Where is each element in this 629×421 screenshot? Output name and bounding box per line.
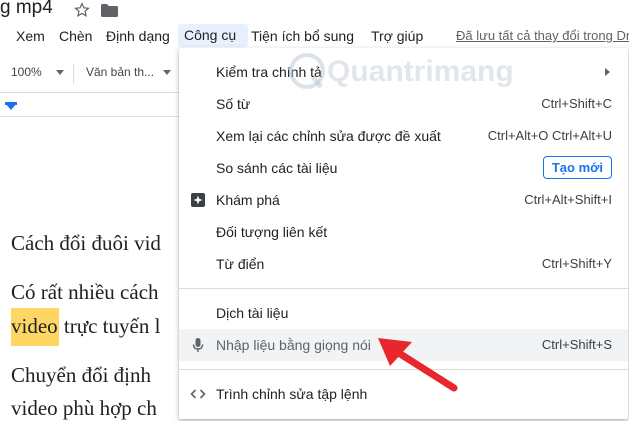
- menu-help[interactable]: Trợ giúp: [371, 28, 423, 44]
- menu-item-dictionary[interactable]: Từ điển Ctrl+Shift+Y: [179, 248, 628, 280]
- star-icon[interactable]: [73, 1, 91, 19]
- menu-format[interactable]: Định dạng: [106, 28, 170, 44]
- toolbar-divider: [73, 64, 74, 84]
- new-badge-button[interactable]: Tạo mới: [542, 156, 612, 179]
- code-icon: [190, 389, 206, 399]
- menu-item-compare-documents[interactable]: So sánh các tài liệu Tạo mới: [179, 152, 628, 184]
- doc-line: Cách đổi đuôi vid: [11, 231, 161, 255]
- menu-divider: [179, 288, 628, 289]
- doc-line: Chuyển đổi định: [11, 363, 151, 387]
- zoom-select[interactable]: 100%: [11, 65, 42, 79]
- paragraph-style-select[interactable]: Văn bản th...: [86, 65, 154, 79]
- menu-item-label: Đối tượng liên kết: [216, 224, 328, 240]
- doc-line: video trực tuyến l: [11, 308, 161, 346]
- menu-insert[interactable]: Chèn: [59, 28, 92, 44]
- explore-icon: [191, 193, 205, 207]
- menu-item-label: Từ điển: [216, 256, 265, 272]
- saved-status-link[interactable]: Đã lưu tất cả thay đổi trong Dr: [456, 28, 629, 43]
- shortcut-label: Ctrl+Shift+Y: [541, 256, 612, 271]
- highlighted-text: video: [11, 308, 59, 346]
- menu-item-label: Dịch tài liệu: [216, 305, 289, 321]
- doc-line: video phù hợp ch: [11, 396, 157, 420]
- menu-item-label: Xem lại các chỉnh sửa được đề xuất: [216, 128, 441, 144]
- microphone-icon: [192, 338, 204, 352]
- menu-tools[interactable]: Công cụ: [178, 24, 248, 47]
- menu-item-label: Số từ: [216, 96, 251, 112]
- menu-item-label: So sánh các tài liệu: [216, 160, 338, 176]
- document-title[interactable]: g mp4: [0, 0, 53, 19]
- shortcut-label: Ctrl+Shift+C: [541, 96, 612, 111]
- watermark-logo: Quantrimang: [289, 53, 514, 89]
- doc-line-rest: trực tuyến l: [63, 314, 161, 338]
- indent-marker-icon[interactable]: [5, 103, 17, 110]
- menu-item-linked-objects[interactable]: Đối tượng liên kết: [179, 216, 628, 248]
- menu-item-translate[interactable]: Dịch tài liệu: [179, 297, 628, 329]
- watermark-text: Quantrimang: [327, 55, 514, 88]
- folder-icon[interactable]: [101, 4, 118, 17]
- menu-item-explore[interactable]: Khám phá Ctrl+Alt+Shift+I: [179, 184, 628, 216]
- shortcut-label: Ctrl+Shift+S: [541, 337, 612, 352]
- menu-item-review-edits[interactable]: Xem lại các chỉnh sửa được đề xuất Ctrl+…: [179, 120, 628, 152]
- menu-item-label: Nhập liệu bằng giọng nói: [216, 337, 371, 353]
- doc-line: Có rất nhiều cách: [11, 280, 159, 304]
- style-dropdown-icon[interactable]: [163, 70, 171, 75]
- menu-item-label: Khám phá: [216, 192, 280, 208]
- shortcut-label: Ctrl+Alt+O Ctrl+Alt+U: [487, 128, 612, 143]
- menu-view[interactable]: Xem: [16, 28, 45, 44]
- submenu-arrow-icon: [605, 68, 610, 76]
- zoom-dropdown-icon[interactable]: [56, 70, 64, 75]
- annotation-arrow-icon: [378, 338, 458, 392]
- menu-addons[interactable]: Tiện ích bổ sung: [251, 28, 354, 44]
- shortcut-label: Ctrl+Alt+Shift+I: [524, 192, 612, 207]
- menu-item-label: Trình chỉnh sửa tập lệnh: [216, 386, 368, 402]
